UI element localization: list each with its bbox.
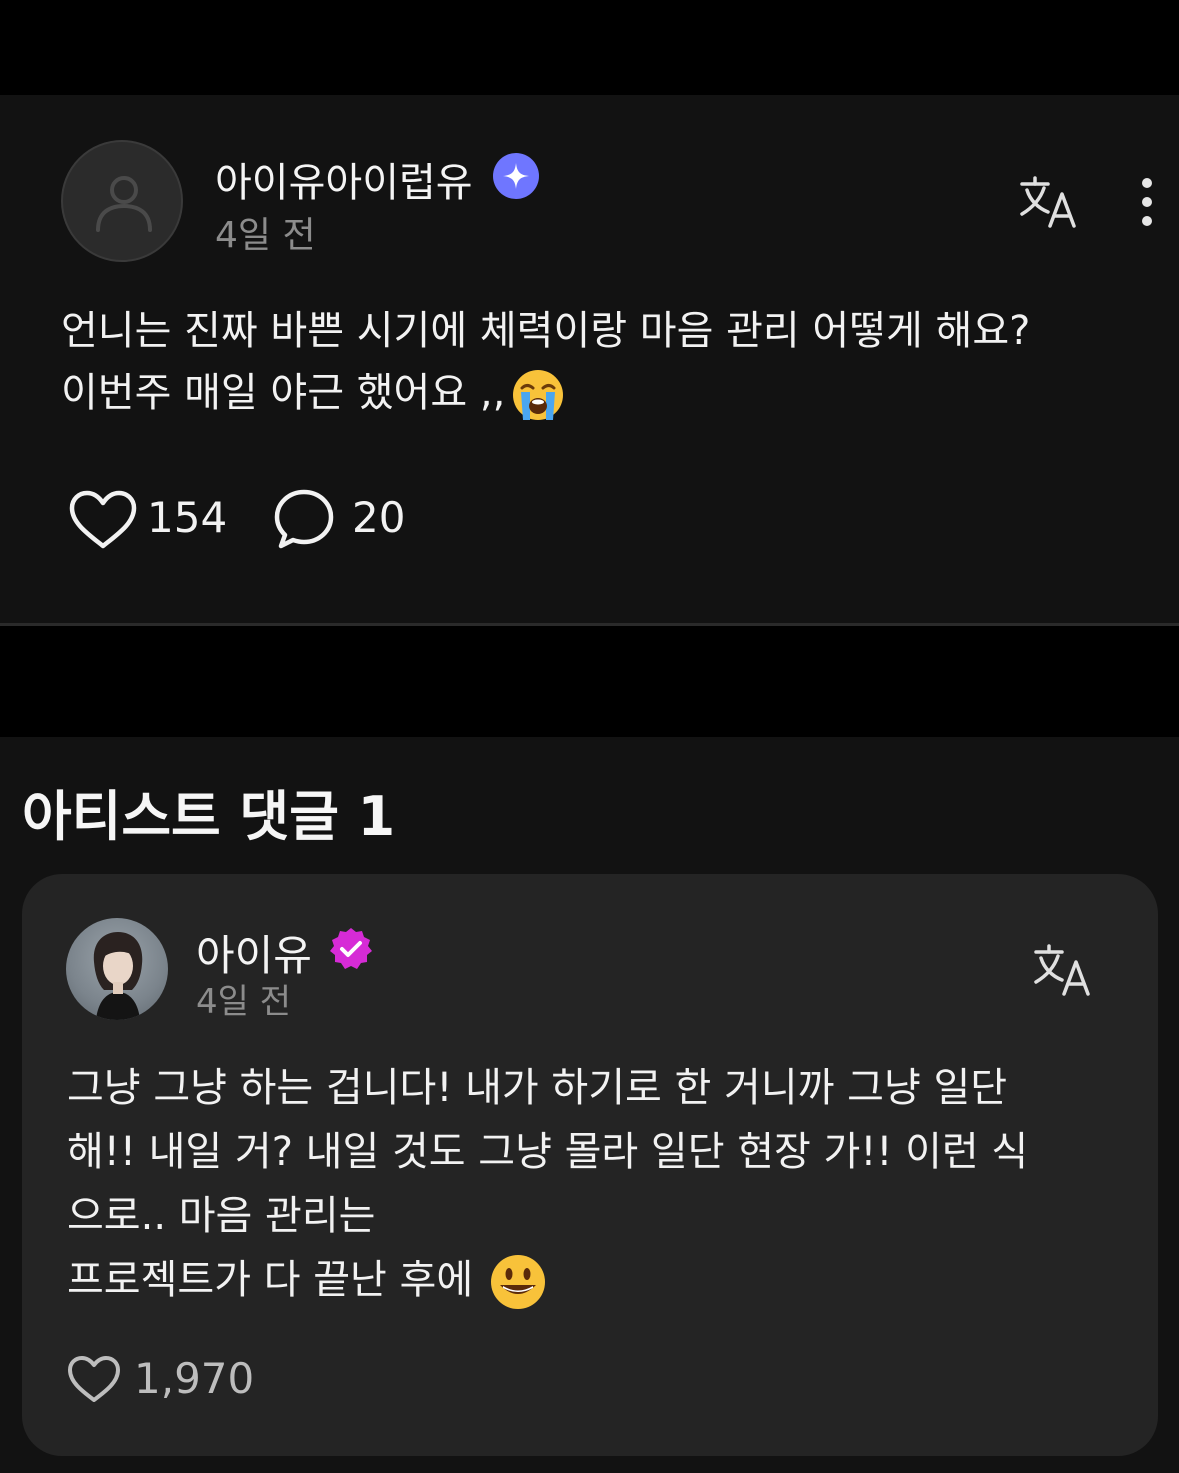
comment-like-count: 1,970	[134, 1354, 255, 1403]
fan-badge-icon	[493, 153, 539, 199]
post-body-line-with-emoji: 이번주 매일 야근 했어요 ,,	[61, 362, 1151, 424]
comment-body-line: 으로.. 마음 관리는	[67, 1193, 376, 1239]
comment-body-line: 해!! 내일 거? 내일 것도 그냥 몰라 일단 현장 가!! 이런 식	[67, 1129, 1029, 1175]
loudly-crying-face-icon	[511, 368, 565, 422]
artist-avatar[interactable]	[66, 918, 168, 1020]
post-body-line: 이번주 매일 야근 했어요 ,,	[61, 370, 506, 416]
post-comment-count: 20	[352, 493, 406, 542]
artist-comment-timestamp: 4일 전	[196, 982, 291, 1022]
translate-icon[interactable]	[1032, 944, 1092, 996]
grinning-face-icon	[489, 1253, 547, 1311]
artist-comment-body: 그냥 그냥 하는 겁니다! 내가 하기로 한 거니까 그냥 일단 해!! 내일 …	[67, 1056, 1127, 1312]
comment-body-line-with-emoji: 프로젝트가 다 끝난 후에	[67, 1248, 1127, 1312]
translate-icon[interactable]	[1018, 176, 1078, 228]
post-body-line: 언니는 진짜 바쁜 시기에 체력이랑 마음 관리 어떻게 해요?	[61, 308, 1031, 354]
default-avatar-icon[interactable]	[61, 140, 183, 262]
comment-body-line: 프로젝트가 다 끝난 후에	[67, 1257, 474, 1303]
divider	[0, 623, 1179, 626]
comment-body-line: 그냥 그냥 하는 겁니다! 내가 하기로 한 거니까 그냥 일단	[67, 1065, 1008, 1111]
post-body: 언니는 진짜 바쁜 시기에 체력이랑 마음 관리 어떻게 해요? 이번주 매일 …	[61, 300, 1151, 424]
like-heart-icon[interactable]	[68, 490, 138, 550]
post-like-count: 154	[147, 493, 228, 542]
post-author-name[interactable]: 아이유아이럽유	[215, 150, 473, 208]
comment-bubble-icon[interactable]	[273, 488, 335, 550]
artist-verified-badge-icon	[330, 928, 372, 969]
section-title: 아티스트 댓글 1	[22, 785, 396, 848]
more-options-icon[interactable]	[1137, 176, 1157, 228]
post-timestamp: 4일 전	[215, 215, 316, 256]
comment-like-heart-icon[interactable]	[66, 1354, 122, 1404]
